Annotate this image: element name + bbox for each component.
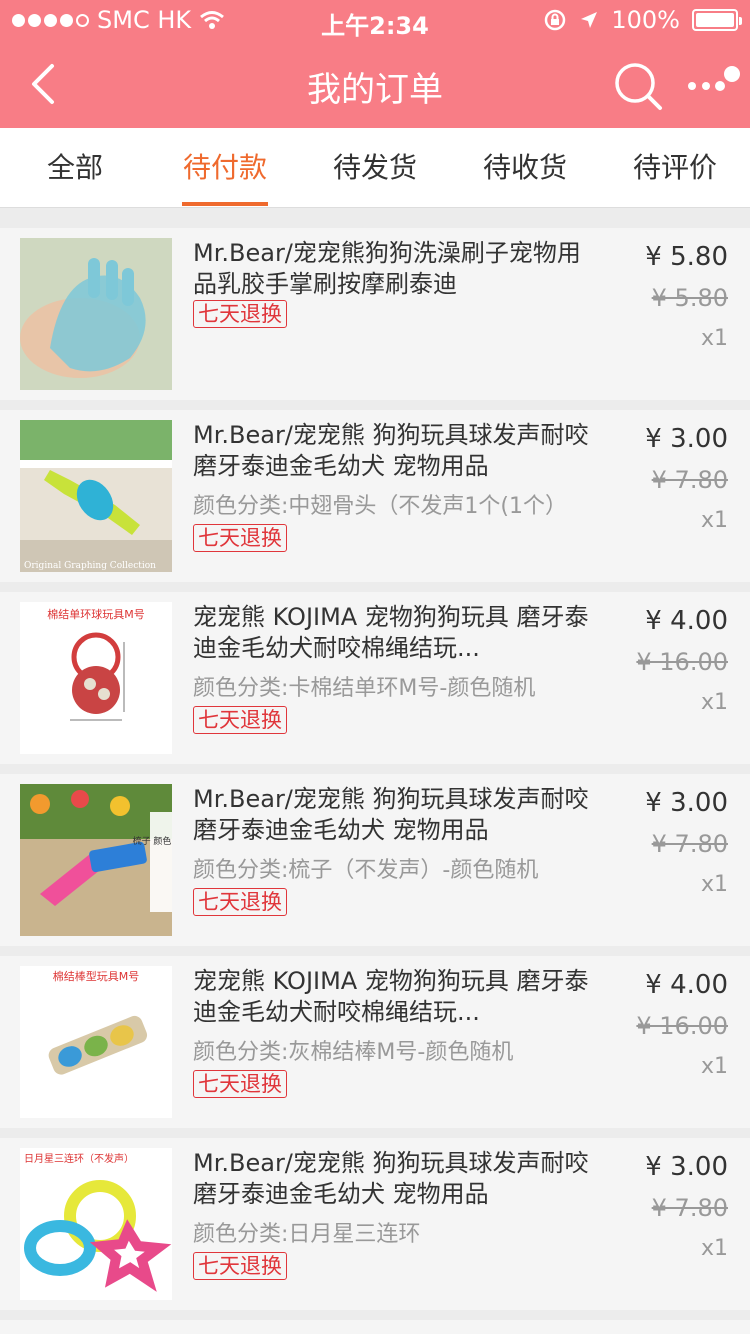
tab-pending-payment[interactable]: 待付款 [150,128,300,208]
more-icon[interactable] [686,64,742,104]
battery-percent: 100% [611,6,680,34]
thumbnail-caption: 梳子 颜色随机 [133,835,172,847]
product-title: 宠宠熊 KOJIMA 宠物狗狗玩具 磨牙泰迪金毛幼犬耐咬棉绳结玩... [193,603,589,662]
order-item-partial[interactable] [0,1320,750,1334]
original-price: ¥ 7.80 [651,830,728,858]
price: ¥ 3.00 [645,788,728,818]
status-bar: SMC HK 上午2:34 100% [0,0,750,40]
price: ¥ 3.00 [645,1152,728,1182]
tab-pending-shipment[interactable]: 待发货 [300,128,450,208]
tab-pending-review[interactable]: 待评价 [600,128,750,208]
quantity: x1 [700,326,728,351]
product-title: Mr.Bear/宠宠熊 狗狗玩具球发声耐咬磨牙泰迪金毛幼犬 宠物用品 [193,785,589,844]
product-thumbnail [20,238,172,390]
thumbnail-caption: Original Graphing Collection [24,561,156,571]
return-badge: 七天退换 [193,1070,287,1098]
return-badge: 七天退换 [193,300,287,328]
nav-bar: 我的订单 [0,40,750,128]
tab-pending-receipt[interactable]: 待收货 [450,128,600,208]
product-thumbnail: 梳子 颜色随机 [20,784,172,936]
original-price: ¥ 16.00 [636,648,728,676]
active-tab-indicator [182,202,268,206]
sku-label: 颜色分类:卡棉结单环M号-颜色随机 [193,676,536,701]
product-thumbnail: 棉结棒型玩具M号 [20,966,172,1118]
original-price: ¥ 16.00 [636,1012,728,1040]
status-right: 100% [543,6,742,34]
product-title: 宠宠熊 KOJIMA 宠物狗狗玩具 磨牙泰迪金毛幼犬耐咬棉绳结玩... [193,967,589,1026]
original-price: ¥ 7.80 [651,466,728,494]
sku-label: 颜色分类:灰棉结棒M号-颜色随机 [193,1040,514,1065]
order-item[interactable]: 棉结单环球玩具M号 宠宠熊 KOJIMA 宠物狗狗玩具 磨牙泰迪金毛幼犬耐咬棉绳… [0,592,750,764]
sku-label: 颜色分类:梳子（不发声）-颜色随机 [193,858,539,883]
rotation-lock-icon [545,9,566,31]
location-icon [581,12,598,28]
thumbnail-caption: 日月星三连环（不发声） [24,1152,134,1165]
sku-label: 颜色分类:日月星三连环 [193,1222,421,1247]
order-item[interactable]: 梳子 颜色随机 Mr.Bear/宠宠熊 狗狗玩具球发声耐咬磨牙泰迪金毛幼犬 宠物… [0,774,750,946]
return-badge: 七天退换 [193,888,287,916]
quantity: x1 [700,1236,728,1261]
order-item[interactable]: 日月星三连环（不发声） Mr.Bear/宠宠熊 狗狗玩具球发声耐咬磨牙泰迪金毛幼… [0,1138,750,1310]
order-item[interactable]: Mr.Bear/宠宠熊狗狗洗澡刷子宠物用品乳胶手掌刷按摩刷泰迪 七天退换 ¥ 5… [0,228,750,400]
product-thumbnail: 棉结单环球玩具M号 [20,602,172,754]
price: ¥ 3.00 [645,424,728,454]
order-item[interactable]: Original Graphing Collection Mr.Bear/宠宠熊… [0,410,750,582]
product-title: Mr.Bear/宠宠熊 狗狗玩具球发声耐咬磨牙泰迪金毛幼犬 宠物用品 [193,1149,589,1208]
price: ¥ 4.00 [645,970,728,1000]
search-icon[interactable] [612,60,664,112]
sku-label: 颜色分类:中翅骨头（不发声1个(1个） [193,494,567,519]
product-thumbnail: Original Graphing Collection [20,420,172,572]
product-title: Mr.Bear/宠宠熊狗狗洗澡刷子宠物用品乳胶手掌刷按摩刷泰迪 [193,239,581,298]
price: ¥ 4.00 [645,606,728,636]
order-list: Mr.Bear/宠宠熊狗狗洗澡刷子宠物用品乳胶手掌刷按摩刷泰迪 七天退换 ¥ 5… [0,208,750,1334]
quantity: x1 [700,872,728,897]
order-item[interactable]: 棉结棒型玩具M号 宠宠熊 KOJIMA 宠物狗狗玩具 磨牙泰迪金毛幼犬耐咬棉绳结… [0,956,750,1128]
product-thumbnail: 日月星三连环（不发声） [20,1148,172,1300]
thumbnail-caption: 棉结棒型玩具M号 [53,969,140,983]
original-price: ¥ 7.80 [651,1194,728,1222]
order-tabs: 全部 待付款 待发货 待收货 待评价 [0,128,750,208]
quantity: x1 [700,1054,728,1079]
return-badge: 七天退换 [193,524,287,552]
original-price: ¥ 5.80 [651,284,728,312]
return-badge: 七天退换 [193,706,287,734]
price: ¥ 5.80 [645,242,728,272]
product-title: Mr.Bear/宠宠熊 狗狗玩具球发声耐咬磨牙泰迪金毛幼犬 宠物用品 [193,421,589,480]
quantity: x1 [700,690,728,715]
battery-icon [692,9,742,31]
tab-all[interactable]: 全部 [0,128,150,208]
return-badge: 七天退换 [193,1252,287,1280]
quantity: x1 [700,508,728,533]
thumbnail-caption: 棉结单环球玩具M号 [47,607,145,621]
